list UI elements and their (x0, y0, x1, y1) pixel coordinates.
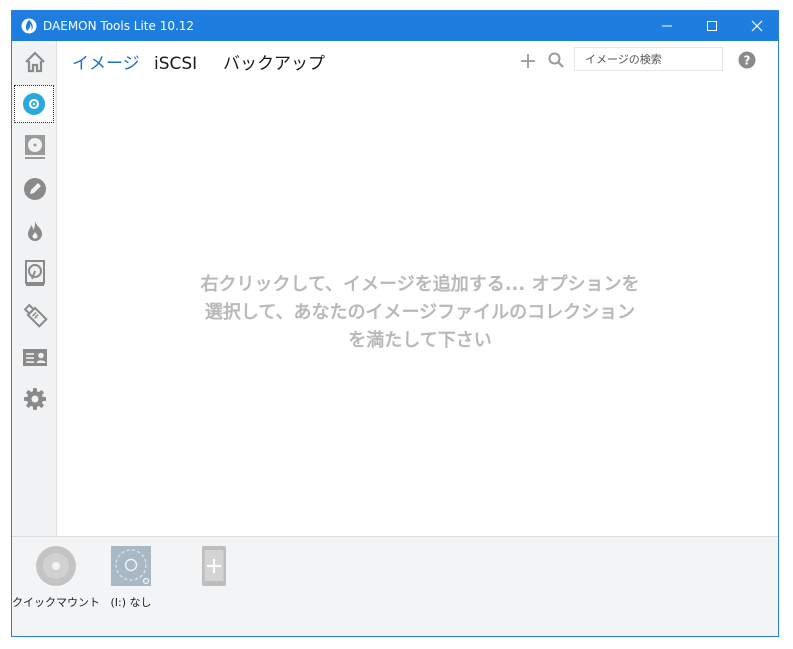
gear-icon (23, 388, 46, 410)
help-icon[interactable]: ? (738, 51, 756, 69)
image-search-input[interactable] (574, 47, 723, 71)
quick-mount-label: クイックマウント (12, 596, 100, 609)
svg-text:?: ? (744, 54, 751, 68)
close-button[interactable] (734, 11, 778, 41)
disc-icon (23, 93, 45, 115)
sidebar-item-burn[interactable] (15, 213, 54, 249)
usb-icon (23, 303, 48, 328)
title-bar[interactable]: DAEMON Tools Lite 10.12 (12, 11, 778, 41)
add-device-icon (202, 546, 226, 586)
search-icon[interactable] (547, 51, 565, 69)
tab-backup[interactable]: バックアップ (223, 53, 325, 75)
sidebar-item-virtual-drive[interactable] (15, 129, 54, 165)
contact-card-icon (22, 349, 47, 366)
sidebar-item-usb[interactable] (15, 297, 54, 333)
sidebar (12, 41, 57, 536)
virtual-drive-icon (24, 135, 45, 159)
sidebar-item-hard-disk[interactable] (15, 255, 54, 291)
sidebar-item-edit[interactable] (15, 171, 54, 207)
add-image-icon[interactable] (519, 52, 537, 70)
daemon-logo-icon (21, 18, 37, 34)
edit-icon (23, 178, 46, 200)
home-icon (24, 51, 45, 73)
quick-mount-button[interactable]: クイックマウント (12, 545, 100, 610)
minimize-icon (662, 25, 672, 27)
sidebar-item-contacts[interactable] (15, 339, 54, 375)
sidebar-item-settings[interactable] (15, 381, 54, 417)
minimize-button[interactable] (644, 11, 690, 41)
virtual-drive-i[interactable]: (I:) なし (101, 545, 161, 610)
burn-icon (27, 221, 42, 241)
maximize-icon (707, 21, 717, 31)
app-window: DAEMON Tools Lite 10.12 イメージ iSCSI バックアッ… (11, 10, 779, 637)
window-title: DAEMON Tools Lite 10.12 (43, 19, 195, 33)
add-device-button[interactable] (184, 545, 244, 587)
hard-disk-icon (24, 260, 45, 286)
sidebar-item-home[interactable] (15, 44, 54, 80)
sidebar-item-images[interactable] (14, 85, 54, 123)
virtual-drive-label: (I:) なし (110, 596, 152, 609)
virtual-drive-icon (111, 546, 151, 586)
device-panel: クイックマウント (I:) なし (12, 536, 778, 636)
tab-images[interactable]: イメージ (72, 53, 140, 75)
empty-state-message: 右クリックして、イメージを追加する... オプションを選択して、あなたのイメージ… (200, 274, 640, 351)
quick-mount-disc-icon (36, 546, 76, 586)
maximize-button[interactable] (689, 11, 735, 41)
tab-iscsi[interactable]: iSCSI (154, 53, 197, 75)
close-icon (751, 20, 763, 32)
